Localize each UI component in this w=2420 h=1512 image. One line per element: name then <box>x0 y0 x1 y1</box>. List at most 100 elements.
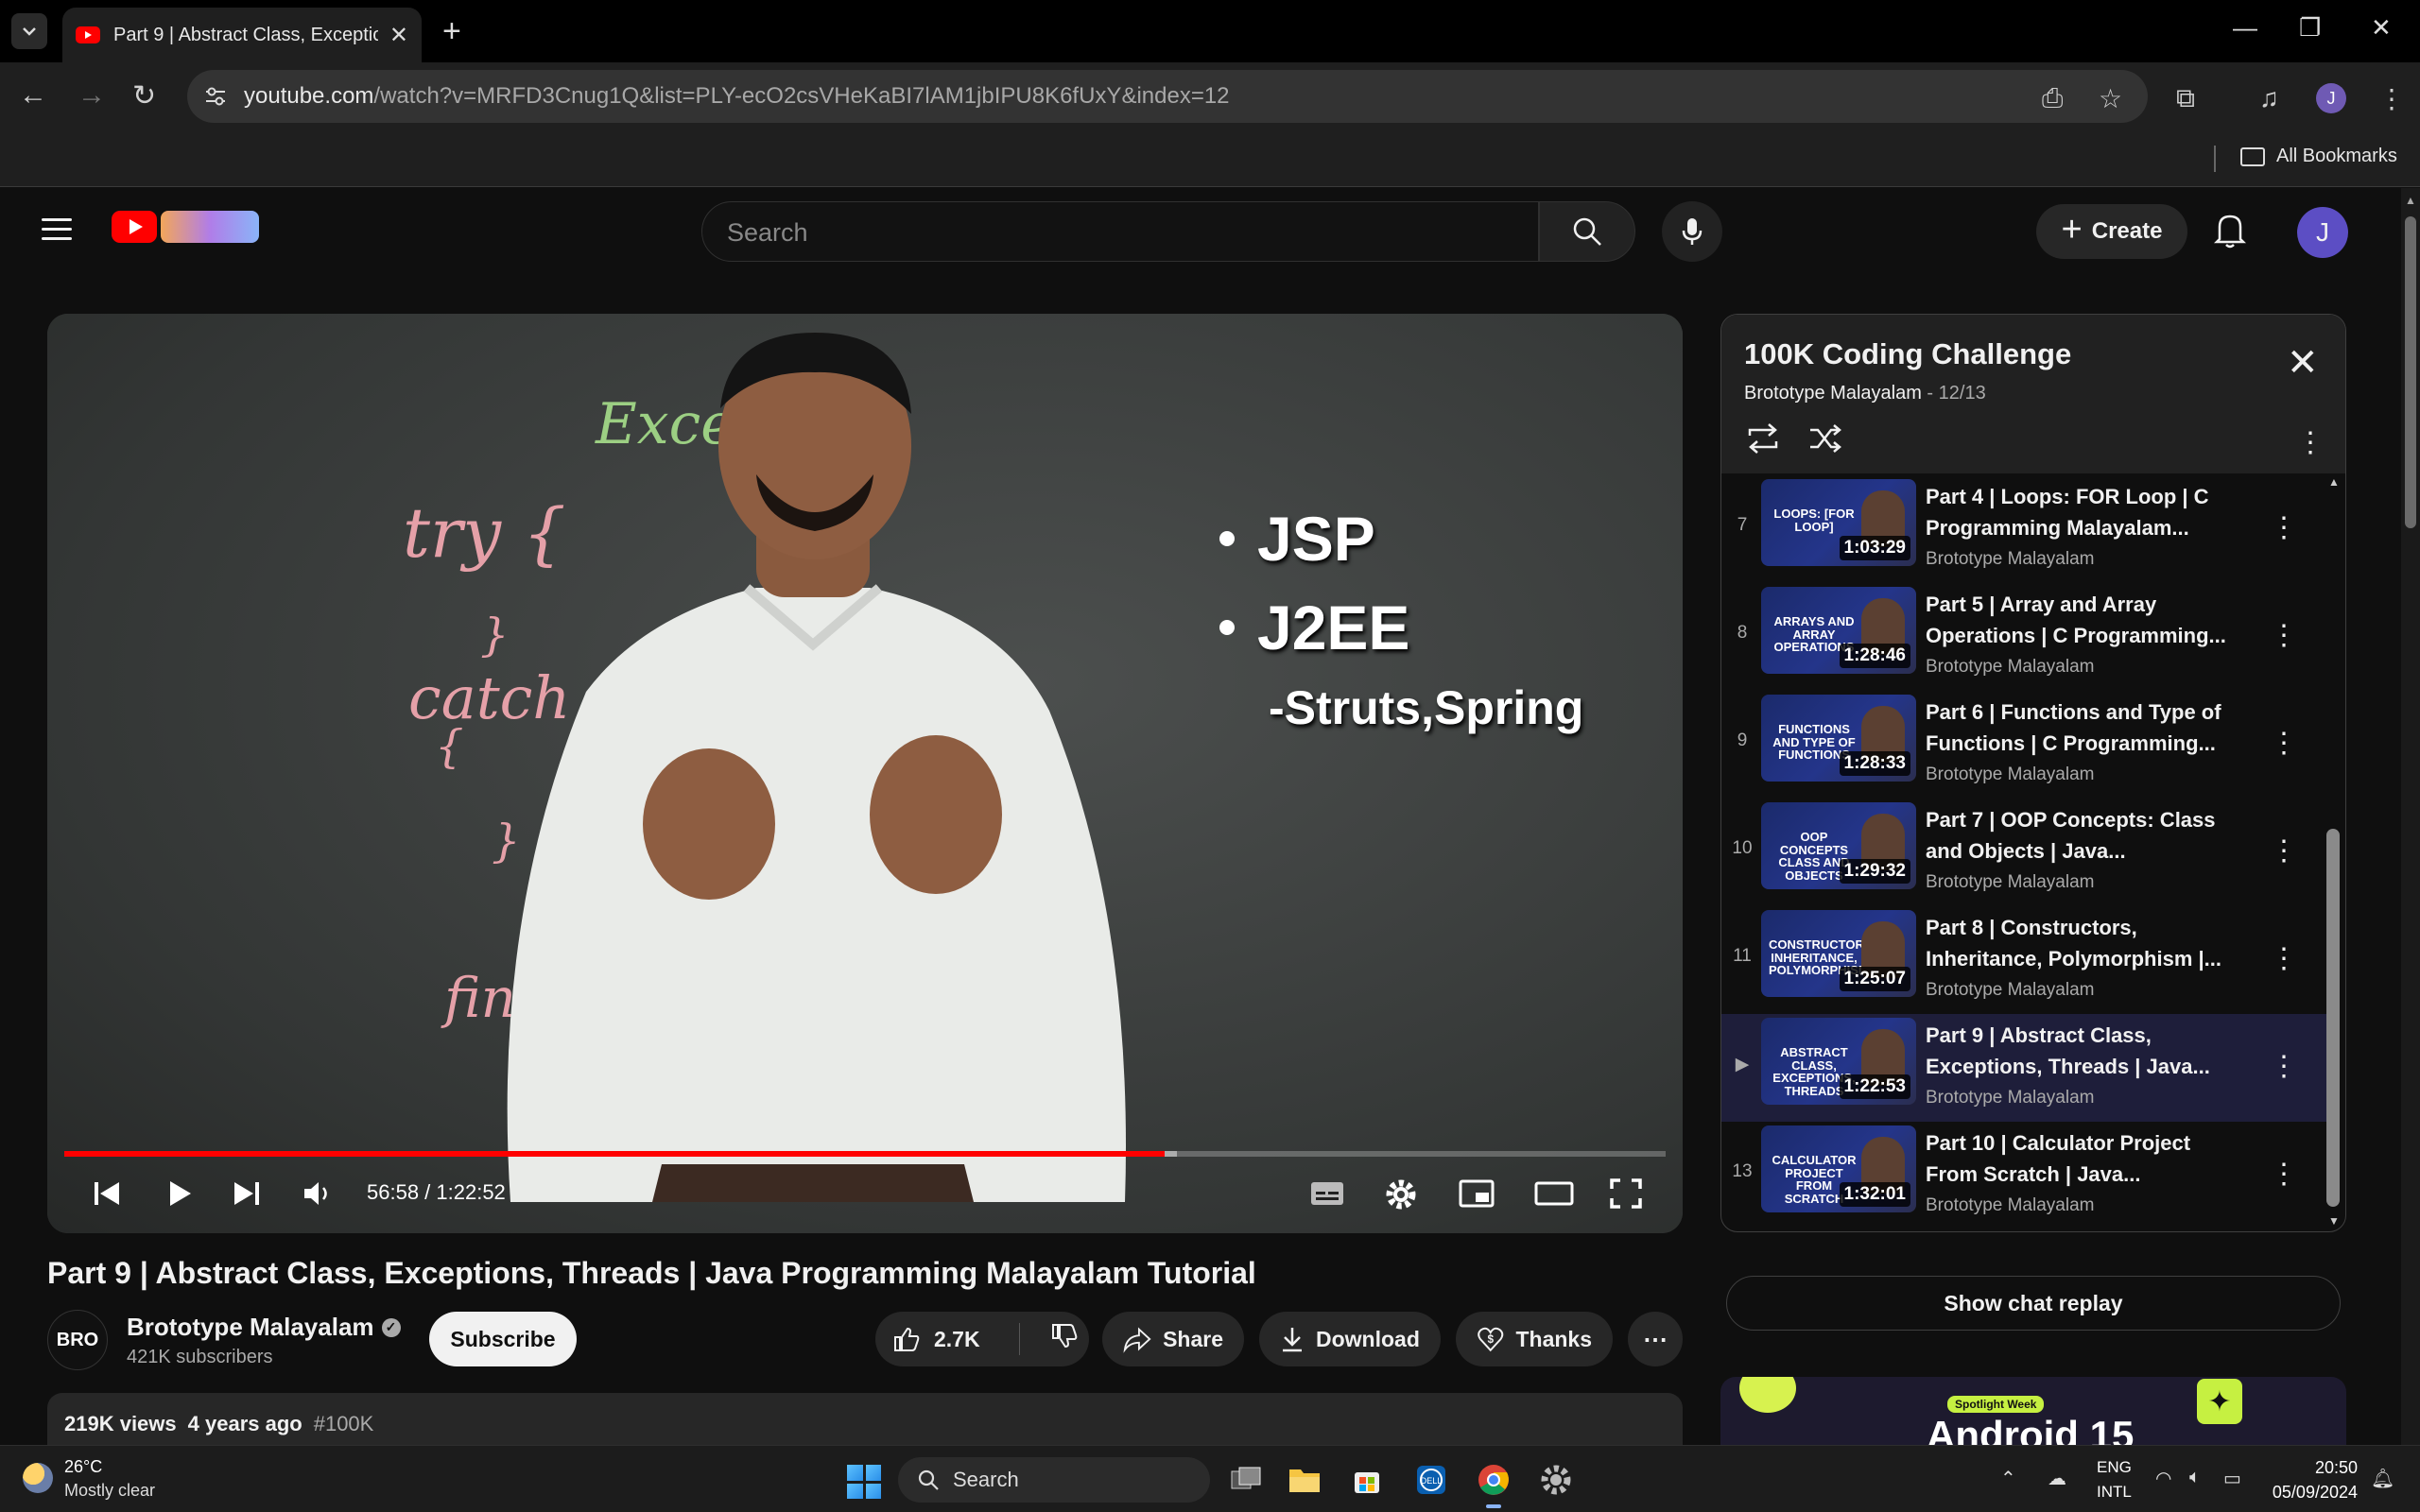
playlist-item-title[interactable]: Part 9 | Abstract Class, Exceptions, Thr… <box>1926 1020 2238 1082</box>
scroll-up-arrow-icon[interactable]: ▲ <box>2405 194 2416 207</box>
playlist-item-title[interactable]: Part 4 | Loops: FOR Loop | C Programming… <box>1926 481 2238 543</box>
previous-icon[interactable] <box>91 1177 123 1210</box>
show-chat-replay-button[interactable]: Show chat replay <box>1726 1276 2341 1331</box>
youtube-logo[interactable] <box>112 211 259 243</box>
playlist-item-thumbnail[interactable]: CALCULATOR PROJECT FROM SCRATCH 1:32:01 <box>1761 1125 1916 1212</box>
onedrive-cloud-icon[interactable]: ☁ <box>2048 1467 2066 1490</box>
playlist-item-thumbnail[interactable]: OOP CONCEPTS CLASS AND OBJECTS 1:29:32 <box>1761 802 1916 889</box>
file-explorer-icon[interactable] <box>1284 1459 1325 1501</box>
page-scrollbar[interactable]: ▲ <box>2401 188 2420 1445</box>
back-button[interactable]: ← <box>19 79 47 112</box>
account-avatar[interactable]: J <box>2297 207 2348 258</box>
notification-bell-icon[interactable]: 🔔︎ <box>2371 1467 2394 1490</box>
tray-overflow-chevron-icon[interactable]: ⌃ <box>2000 1467 2016 1490</box>
taskbar-search[interactable]: Search <box>898 1457 1210 1503</box>
playlist-item-thumbnail[interactable]: FUNCTIONS AND TYPE OF FUNCTIONS 1:28:33 <box>1761 695 1916 782</box>
playlist-scroll-thumb[interactable] <box>2326 829 2340 1207</box>
fullscreen-icon[interactable] <box>1609 1177 1643 1210</box>
create-button[interactable]: + Create <box>2036 204 2187 259</box>
download-button[interactable]: Download <box>1259 1312 1441 1366</box>
scroll-up-arrow-icon[interactable]: ▲ <box>2328 475 2340 489</box>
playlist-item-thumbnail[interactable]: ARRAYS AND ARRAY OPERATIONS 1:28:46 <box>1761 587 1916 674</box>
clock[interactable]: 20:50 05/09/2024 <box>2269 1455 2358 1504</box>
dislike-button[interactable] <box>1031 1322 1079 1356</box>
playlist-item-title[interactable]: Part 10 | Calculator Project From Scratc… <box>1926 1127 2238 1190</box>
playlist-item[interactable]: 10 OOP CONCEPTS CLASS AND OBJECTS 1:29:32 P… <box>1721 799 2326 906</box>
speaker-icon[interactable]: 🔈︎ <box>2189 1467 2201 1488</box>
playlist-item-thumbnail[interactable]: CONSTRUCTORS, INHERITANCE, POLYMORPHISM 1… <box>1761 910 1916 997</box>
like-button[interactable]: 2.7K <box>875 1325 1008 1353</box>
description-box[interactable]: 219K views 4 years ago #100K <box>47 1393 1683 1445</box>
playlist-item-title[interactable]: Part 5 | Array and Array Operations | C … <box>1926 589 2238 651</box>
search-button[interactable] <box>1539 201 1635 262</box>
playlist-item[interactable]: 8 ARRAYS AND ARRAY OPERATIONS 1:28:46 Part … <box>1721 583 2326 691</box>
microsoft-store-icon[interactable] <box>1346 1459 1388 1501</box>
profile-avatar[interactable]: J <box>2316 83 2346 113</box>
task-view-icon[interactable] <box>1225 1459 1267 1501</box>
playlist-item-menu-icon[interactable]: ⋮ <box>2270 511 2298 544</box>
search-input[interactable]: Search <box>701 201 1539 262</box>
input-language[interactable]: ENG INTL <box>2097 1455 2132 1504</box>
settings-gear-icon[interactable] <box>1535 1459 1577 1501</box>
close-playlist-icon[interactable]: ✕ <box>2287 341 2319 385</box>
playlist-item[interactable]: 9 FUNCTIONS AND TYPE OF FUNCTIONS 1:28:33 P… <box>1721 691 2326 799</box>
minimize-button[interactable]: — <box>2233 13 2257 43</box>
dell-app-icon[interactable]: DELL <box>1410 1459 1452 1501</box>
playlist-item[interactable]: ▶ ABSTRACT CLASS, EXCEPTIONS, THREADS 1:22… <box>1721 1014 2326 1122</box>
settings-gear-icon[interactable] <box>1384 1177 1418 1211</box>
page-scroll-thumb[interactable] <box>2405 216 2416 528</box>
playlist-item-thumbnail[interactable]: ABSTRACT CLASS, EXCEPTIONS, THREADS 1:22:… <box>1761 1018 1916 1105</box>
playlist-item[interactable]: 13 CALCULATOR PROJECT FROM SCRATCH 1:32:01… <box>1721 1122 2326 1229</box>
bookmark-star-icon[interactable]: ☆ <box>2099 83 2122 114</box>
miniplayer-icon[interactable] <box>1458 1177 1495 1210</box>
progress-bar[interactable] <box>64 1151 1666 1157</box>
start-windows-icon[interactable] <box>847 1465 881 1499</box>
playlist-item-menu-icon[interactable]: ⋮ <box>2270 1050 2298 1083</box>
guide-menu-icon[interactable] <box>42 218 72 247</box>
subscribe-button[interactable]: Subscribe <box>429 1312 577 1366</box>
media-controls-icon[interactable]: ♫ <box>2259 83 2279 113</box>
playlist-item-menu-icon[interactable]: ⋮ <box>2270 834 2298 868</box>
theater-mode-icon[interactable] <box>1533 1177 1575 1210</box>
play-icon[interactable] <box>163 1177 195 1210</box>
next-icon[interactable] <box>231 1177 263 1210</box>
site-info-icon[interactable] <box>202 83 229 110</box>
share-button[interactable]: Share <box>1102 1312 1244 1366</box>
playlist-more-icon[interactable]: ⋮ <box>2296 426 2325 459</box>
chrome-icon[interactable] <box>1473 1459 1514 1508</box>
new-tab-button[interactable]: + <box>442 13 461 50</box>
browser-tab-active[interactable]: Part 9 | Abstract Class, Exception ✕ <box>62 8 422 62</box>
battery-icon[interactable]: ▭ <box>2223 1467 2241 1490</box>
weather-widget[interactable]: 26°C Mostly clear <box>23 1457 155 1501</box>
thanks-button[interactable]: $ Thanks <box>1456 1312 1613 1366</box>
ad-card[interactable]: Spotlight Week Android 15 ✦ <box>1720 1377 2346 1445</box>
playlist-owner[interactable]: Brototype Malayalam <box>1744 383 1922 404</box>
playlist-item-title[interactable]: Part 8 | Constructors, Inheritance, Poly… <box>1926 912 2238 974</box>
notifications-bell-icon[interactable] <box>2214 211 2246 249</box>
browser-menu-icon[interactable]: ⋮ <box>2378 83 2405 114</box>
channel-name[interactable]: Brototype Malayalam ✓ <box>127 1313 401 1342</box>
forward-button[interactable]: → <box>78 79 106 112</box>
volume-icon[interactable] <box>301 1177 333 1210</box>
wifi-icon[interactable]: ◠ <box>2155 1467 2171 1490</box>
playlist-item-menu-icon[interactable]: ⋮ <box>2270 727 2298 760</box>
hashtag-link[interactable]: #100K <box>314 1412 374 1436</box>
playlist-item-title[interactable]: Part 7 | OOP Concepts: Class and Objects… <box>1926 804 2238 867</box>
playlist-item-title[interactable]: Part 6 | Functions and Type of Functions… <box>1926 696 2238 759</box>
playlist-item-menu-icon[interactable]: ⋮ <box>2270 619 2298 652</box>
loop-icon[interactable] <box>1744 422 1782 455</box>
reload-button[interactable]: ↻ <box>132 79 156 112</box>
tab-search-button[interactable] <box>11 13 47 49</box>
all-bookmarks-button[interactable]: All Bookmarks <box>2240 146 2397 167</box>
restore-button[interactable]: ❐ <box>2299 13 2321 43</box>
scroll-down-arrow-icon[interactable]: ▼ <box>2328 1214 2340 1228</box>
playlist-item-menu-icon[interactable]: ⋮ <box>2270 1158 2298 1191</box>
install-app-icon[interactable]: ⎙ <box>2042 83 2063 114</box>
playlist-item[interactable]: 11 CONSTRUCTORS, INHERITANCE, POLYMORPHIS… <box>1721 906 2326 1014</box>
channel-avatar[interactable]: BRO <box>47 1310 108 1370</box>
playlist-item[interactable]: 7 LOOPS: [FOR LOOP] 1:03:29 Part 4 | Loops:… <box>1721 475 2326 583</box>
tab-close-icon[interactable]: ✕ <box>389 22 408 49</box>
extensions-icon[interactable]: ⧉ <box>2176 83 2195 114</box>
playlist-title[interactable]: 100K Coding Challenge <box>1744 337 2071 371</box>
playlist-item-menu-icon[interactable]: ⋮ <box>2270 942 2298 975</box>
